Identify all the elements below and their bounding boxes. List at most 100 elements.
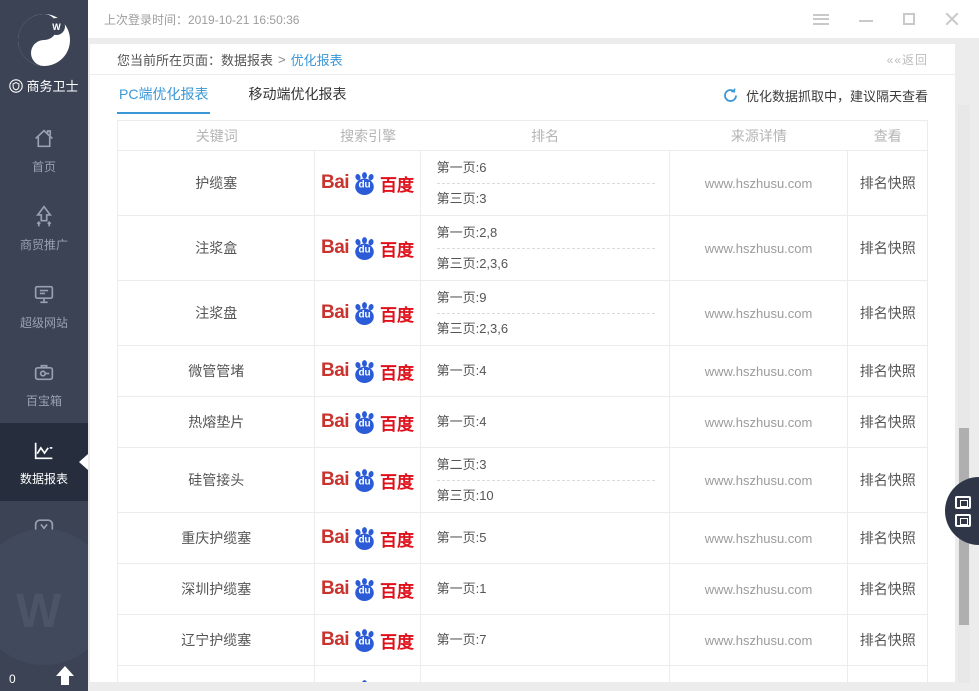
sidebar-item-website[interactable]: 超级网站: [0, 267, 88, 345]
baidu-bai-text: Bai: [320, 411, 350, 432]
close-icon[interactable]: [945, 12, 959, 26]
sidebar-item-label: 超级网站: [19, 315, 68, 330]
baidu-paw-icon: du: [351, 627, 378, 654]
rank-snapshot-link[interactable]: 排名快照: [860, 173, 916, 193]
baidu-du-text: du: [358, 534, 371, 546]
rank-snapshot-link[interactable]: 排名快照: [860, 579, 916, 599]
sidebar-item-home[interactable]: 首页: [0, 111, 88, 189]
baidu-cn-text: 百度: [380, 530, 415, 550]
view-cell: 排名快照: [848, 281, 927, 345]
rank-line: 第一页:1: [436, 581, 487, 596]
tab-pc-report[interactable]: PC端优化报表: [117, 84, 211, 114]
search-engine-cell: Bai du 百度: [315, 564, 421, 614]
rank-cell: 第一页:6 第三页:3: [421, 151, 670, 215]
baidu-logo: Bai du 百度: [321, 627, 414, 654]
sidebar-bottom-bar: 0: [0, 666, 88, 686]
baidu-bai-text: Bai: [320, 172, 350, 193]
baidu-bai-text: Bai: [320, 527, 350, 548]
baidu-logo: Bai du 百度: [321, 678, 414, 683]
baidu-bai-text: Bai: [320, 302, 350, 323]
menu-icon[interactable]: [813, 13, 829, 25]
sidebar-item-data-report[interactable]: 数据报表: [0, 423, 88, 501]
keyword-cell: 护缆塞: [118, 151, 316, 215]
rank-line: 第一页:5: [436, 530, 487, 545]
view-cell: 排名快照: [848, 513, 927, 563]
sidebar-item-label: 百宝箱: [25, 393, 62, 408]
keyword-cell: 深圳护缆塞: [118, 564, 316, 614]
sidebar-item-promotion[interactable]: 商贸推广: [0, 189, 88, 267]
table-row: 注浆盘 Bai du 百度 第一页:9 第三页:2,3,6 www.hszhusu…: [118, 281, 927, 346]
tab-bar: PC端优化报表 移动端优化报表 优化数据抓取中，建议隔天查看: [90, 75, 955, 114]
collapse-up-arrow-icon[interactable]: [56, 666, 74, 686]
rank-snapshot-link[interactable]: 排名快照: [860, 238, 916, 258]
table-body: 护缆塞 Bai du 百度 第一页:6 第三页:3 www.hszhusu.com: [118, 151, 927, 682]
fetch-status-text: 优化数据抓取中，建议隔天查看: [745, 89, 928, 104]
window-controls: [813, 12, 959, 26]
search-engine-cell: Bai du 百度: [315, 151, 421, 215]
baidu-logo: Bai du 百度: [321, 170, 414, 197]
rank-snapshot-link[interactable]: 排名快照: [860, 361, 916, 381]
source-cell: [670, 666, 849, 682]
baidu-cn-text: 百度: [380, 414, 415, 434]
keyword-cell: 注浆盘: [118, 281, 316, 345]
sidebar-item-label: 首页: [31, 159, 56, 174]
source-cell: www.hszhusu.com: [670, 397, 849, 447]
rank-line: 第一页:7: [436, 632, 487, 647]
baidu-cn-text: 百度: [380, 175, 415, 195]
maximize-icon[interactable]: [903, 13, 915, 25]
sidebar-item-label: 数据报表: [19, 471, 68, 486]
baidu-logo: Bai du 百度: [321, 467, 414, 494]
baidu-cn-text: 百度: [380, 632, 415, 652]
baidu-du-text: du: [358, 476, 371, 488]
rank-snapshot-link[interactable]: 排名快照: [860, 528, 916, 548]
search-engine-cell: Bai du 百度: [315, 346, 421, 396]
rank-cell: 第一页:2,8 第三页:2,3,6: [421, 216, 670, 280]
watermark-letter: W: [16, 585, 62, 638]
breadcrumb: 您当前所在页面： 数据报表 > 优化报表 ««返回: [90, 44, 955, 75]
active-item-notch: [79, 454, 88, 470]
rank-line: 第三页:2,3,6: [436, 255, 509, 271]
table-row: 辽宁护缆塞 Bai du 百度 第一页:7 www.hszhusu.com 排名…: [118, 615, 927, 666]
tab-mobile-report[interactable]: 移动端优化报表: [246, 84, 348, 114]
sidebar-item-toolbox[interactable]: 百宝箱: [0, 345, 88, 423]
baidu-paw-icon: du: [351, 170, 378, 197]
ranking-table: 关键词 搜索引擎 排名 来源详情 查看 护缆塞 Bai du 百度 第一页:6 …: [117, 120, 928, 682]
table-row: 微管管堵 Bai du 百度 第一页:4 www.hszhusu.com 排名快…: [118, 346, 927, 397]
rank-line: 第一页:2,8: [436, 218, 655, 249]
keyword-cell: 辽宁护缆塞: [118, 615, 316, 665]
brand-label: 商务卫士: [26, 79, 79, 94]
baidu-cn-text: 百度: [380, 679, 414, 683]
rank-snapshot-link[interactable]: 排名快照: [860, 412, 916, 432]
svg-text:W: W: [52, 22, 61, 32]
source-cell: www.hszhusu.com: [670, 564, 849, 614]
view-cell: 排名快照: [848, 448, 927, 512]
table-row: 热熔垫片 Bai du 百度 第一页:4 www.hszhusu.com 排名快…: [118, 397, 927, 448]
keyword-cell: 注浆盒: [118, 216, 316, 280]
breadcrumb-current-link[interactable]: 优化报表: [291, 50, 343, 69]
breadcrumb-prefix: 您当前所在页面：: [117, 52, 222, 68]
baidu-logo: Bai du 百度: [321, 235, 414, 262]
baidu-paw-icon: du: [351, 576, 378, 603]
rank-snapshot-link[interactable]: 排名快照: [860, 630, 916, 650]
baidu-cn-text: 百度: [380, 363, 415, 383]
source-cell: www.hszhusu.com: [670, 216, 849, 280]
source-cell: www.hszhusu.com: [670, 281, 849, 345]
vertical-scrollbar-track[interactable]: [958, 105, 970, 683]
rank-snapshot-link[interactable]: 排名快照: [860, 470, 916, 490]
back-link[interactable]: ««返回: [887, 51, 928, 68]
rank-cell: 第二页:3 第三页:10: [421, 448, 670, 512]
rank-snapshot-link[interactable]: 排名快照: [860, 303, 916, 323]
keyword-cell: 微管管堵: [118, 346, 316, 396]
search-engine-cell: Bai du 百度: [315, 666, 421, 683]
minimize-icon[interactable]: [859, 20, 873, 22]
brand-block: W 商务卫士: [0, 0, 88, 95]
baidu-paw-icon: du: [351, 235, 378, 262]
view-cell: 排名快照: [848, 615, 927, 665]
baidu-du-text: du: [358, 636, 371, 648]
baidu-du-text: du: [358, 179, 371, 191]
sidebar-item-label: 商贸推广: [19, 237, 68, 252]
header-source: 来源详情: [730, 127, 787, 144]
baidu-cn-text: 百度: [380, 240, 415, 260]
view-cell: 排名快照: [848, 216, 927, 280]
brand-name: 商务卫士: [0, 76, 88, 95]
